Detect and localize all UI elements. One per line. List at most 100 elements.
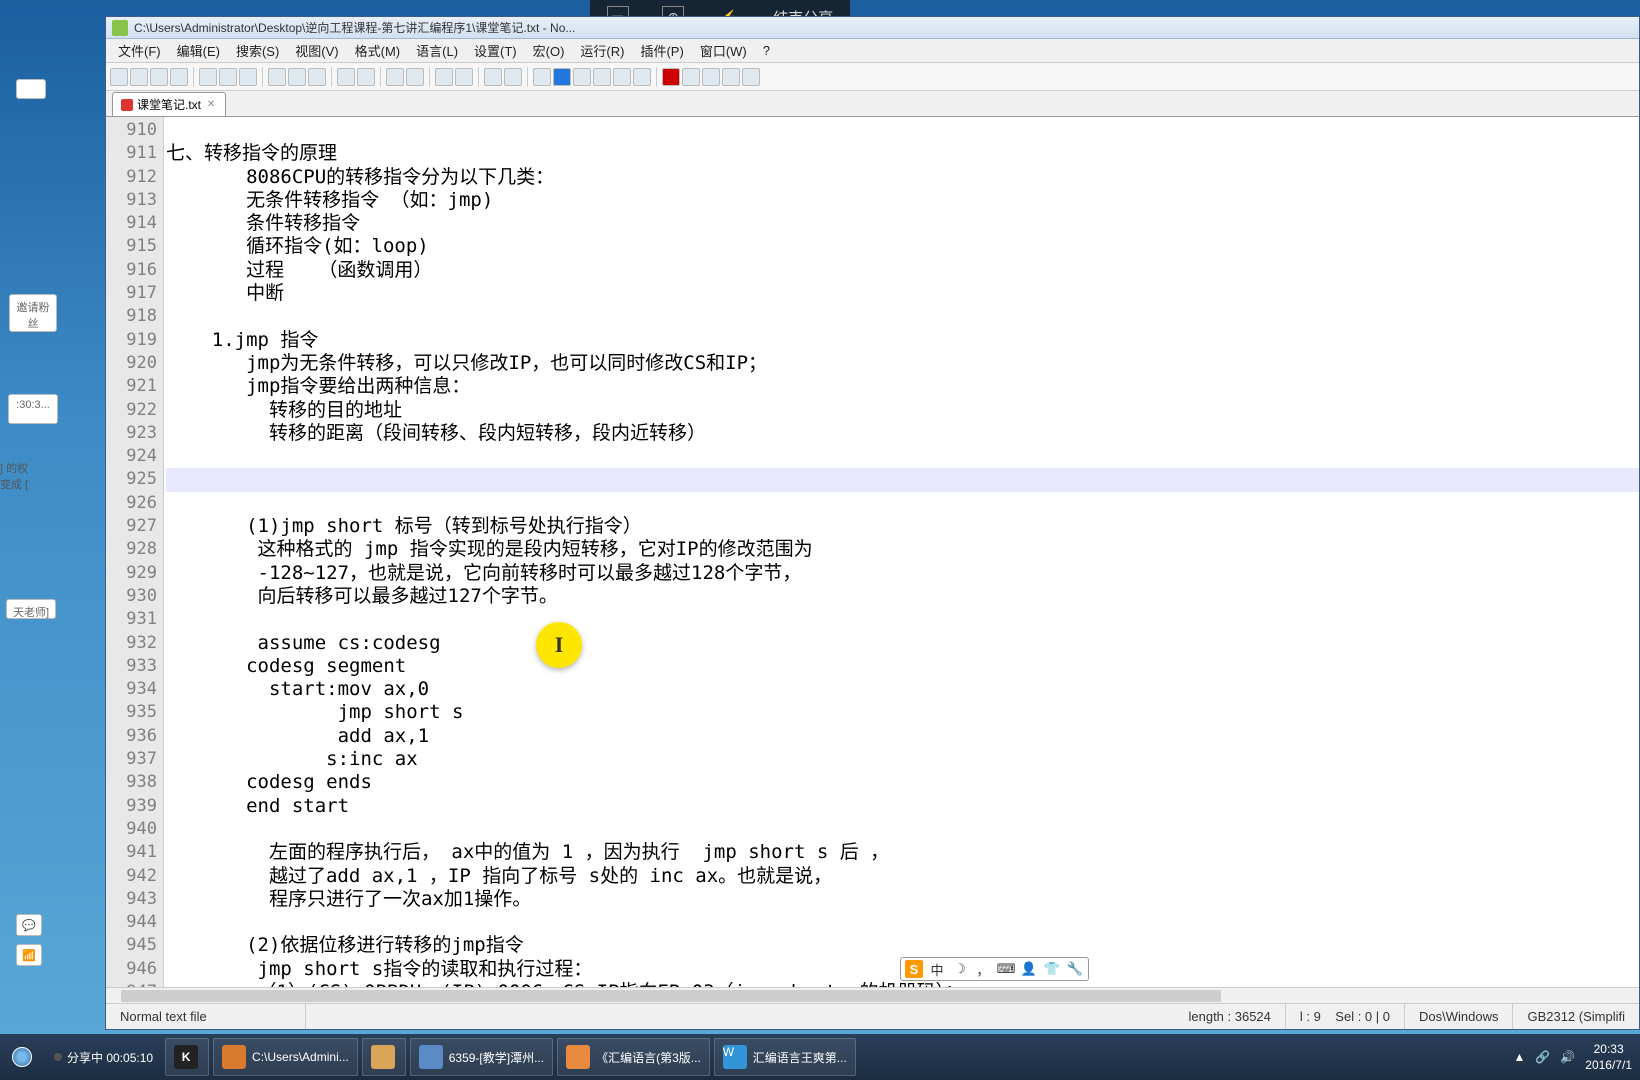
- menu-run[interactable]: 运行(R): [572, 41, 632, 60]
- ime-moon-icon[interactable]: ☽: [951, 960, 969, 978]
- recording-dot-icon: [54, 1053, 62, 1061]
- scrollbar-thumb[interactable]: [121, 990, 1221, 1002]
- menu-view[interactable]: 视图(V): [287, 41, 346, 60]
- tool-sync-icon[interactable]: [484, 68, 502, 86]
- tool-save-icon[interactable]: [150, 68, 168, 86]
- editor-area[interactable]: 910 911 912 913 914 915 916 917 918 919 …: [106, 117, 1639, 987]
- ime-toolbar[interactable]: S 中 ☽ ， ⌨ 👤 👕 🔧: [900, 957, 1089, 981]
- menu-search[interactable]: 搜索(S): [228, 41, 287, 60]
- toolbar: [106, 63, 1639, 91]
- tool-open-icon[interactable]: [130, 68, 148, 86]
- start-orb-icon: [12, 1047, 32, 1067]
- tab-label: 课堂笔记.txt: [137, 96, 201, 113]
- menu-settings[interactable]: 设置(T): [466, 41, 525, 60]
- tool-fastplay-icon[interactable]: [722, 68, 740, 86]
- tool-cut-icon[interactable]: [268, 68, 286, 86]
- menu-lang[interactable]: 语言(L): [408, 41, 466, 60]
- menu-help[interactable]: ?: [755, 43, 778, 58]
- tool-savemacro-icon[interactable]: [742, 68, 760, 86]
- tray-clock[interactable]: 20:33 2016/7/1: [1585, 1041, 1632, 1073]
- tool-highlight-icon[interactable]: [553, 68, 571, 86]
- tool-zoomin-icon[interactable]: [435, 68, 453, 86]
- widget-invite-fans[interactable]: 邀请粉丝: [9, 294, 57, 332]
- widget-rights-text: ] 的权 变成 [: [0, 460, 52, 500]
- menu-edit[interactable]: 编辑(E): [169, 41, 228, 60]
- tool-close-icon[interactable]: [199, 68, 217, 86]
- taskbar-foxit[interactable]: 《汇编语言(第3版...: [557, 1038, 710, 1076]
- tray-sound-icon[interactable]: 🔊: [1560, 1050, 1575, 1064]
- code-content[interactable]: 七、转移指令的原理 8086CPU的转移指令分为以下几类： 无条件转移指令 （如…: [164, 117, 1639, 987]
- tab-modified-icon: [121, 99, 133, 111]
- taskbar-wps-label: 汇编语言王爽第...: [753, 1049, 847, 1066]
- tab-current[interactable]: 课堂笔记.txt ✕: [112, 92, 226, 116]
- tool-record-icon[interactable]: [662, 68, 680, 86]
- widget-signal[interactable]: 📶: [16, 944, 42, 966]
- tool-func-icon[interactable]: [633, 68, 651, 86]
- tool-new-icon[interactable]: [110, 68, 128, 86]
- tool-redo-icon[interactable]: [357, 68, 375, 86]
- window-titlebar[interactable]: C:\Users\Administrator\Desktop\逆向工程课程-第七…: [106, 17, 1639, 39]
- menu-window[interactable]: 窗口(W): [692, 41, 755, 60]
- menu-macro[interactable]: 宏(O): [525, 41, 573, 60]
- folder-icon: [222, 1045, 246, 1069]
- system-tray[interactable]: ▲ 🔗 🔊 20:33 2016/7/1: [1505, 1041, 1640, 1073]
- taskbar-explorer-label: C:\Users\Admini...: [252, 1050, 349, 1064]
- menu-file[interactable]: 文件(F): [110, 41, 169, 60]
- calc-icon: [371, 1045, 395, 1069]
- widget-chat[interactable]: 💬: [16, 914, 42, 936]
- taskbar-explorer[interactable]: C:\Users\Admini...: [213, 1038, 358, 1076]
- tool-stop-icon[interactable]: [682, 68, 700, 86]
- tool-copy-icon[interactable]: [288, 68, 306, 86]
- tool-closeall-icon[interactable]: [219, 68, 237, 86]
- taskbar-kugou[interactable]: K: [165, 1038, 209, 1076]
- toolbar-sep: [656, 67, 657, 87]
- tool-undo-icon[interactable]: [337, 68, 355, 86]
- ime-skin-icon[interactable]: 👕: [1043, 960, 1061, 978]
- wps-icon: W: [723, 1045, 747, 1069]
- ime-logo-icon[interactable]: S: [905, 960, 923, 978]
- tool-find-icon[interactable]: [386, 68, 404, 86]
- tool-play-icon[interactable]: [702, 68, 720, 86]
- recording-status: 分享中 00:05:10: [44, 1049, 163, 1066]
- status-filetype: Normal text file: [106, 1004, 306, 1029]
- tool-hidden-icon[interactable]: [613, 68, 631, 86]
- toolbar-sep: [331, 67, 332, 87]
- tray-network-icon[interactable]: 🔗: [1535, 1050, 1550, 1064]
- tool-print-icon[interactable]: [239, 68, 257, 86]
- tab-close-icon[interactable]: ✕: [205, 99, 217, 111]
- tool-fold-icon[interactable]: [573, 68, 591, 86]
- ime-punct-icon[interactable]: ，: [974, 960, 992, 978]
- document-tabs: 课堂笔记.txt ✕: [106, 91, 1639, 117]
- ime-tool-icon[interactable]: 🔧: [1066, 960, 1084, 978]
- toolbar-sep: [262, 67, 263, 87]
- menu-plugin[interactable]: 插件(P): [632, 41, 691, 60]
- tool-wrap-icon[interactable]: [504, 68, 522, 86]
- tray-flag-icon[interactable]: ▲: [1513, 1050, 1525, 1064]
- ime-keyboard-icon[interactable]: ⌨: [997, 960, 1015, 978]
- notepad-plus-plus-window: C:\Users\Administrator\Desktop\逆向工程课程-第七…: [105, 16, 1640, 1030]
- toolbar-sep: [478, 67, 479, 87]
- widget-host[interactable]: [16, 79, 46, 99]
- ime-mode[interactable]: 中: [928, 960, 946, 978]
- menu-format[interactable]: 格式(M): [347, 41, 409, 60]
- widget-teacher[interactable]: 天老师]: [6, 599, 56, 619]
- tool-unfold-icon[interactable]: [593, 68, 611, 86]
- start-button[interactable]: [0, 1034, 44, 1080]
- horizontal-scrollbar[interactable]: [106, 987, 1639, 1003]
- tool-zoomout-icon[interactable]: [455, 68, 473, 86]
- tool-saveall-icon[interactable]: [170, 68, 188, 86]
- windows-taskbar: 分享中 00:05:10 K C:\Users\Admini... 6359-[…: [0, 1034, 1640, 1080]
- taskbar-edu[interactable]: 6359-[教学]潭州...: [410, 1038, 553, 1076]
- tool-paste-icon[interactable]: [308, 68, 326, 86]
- status-bar: Normal text file length : 36524 S 中 ☽ ， …: [106, 1003, 1639, 1029]
- left-side-widgets: 邀请粉丝 :30:3... ] 的权 变成 [ 天老师] 💬 📶: [0, 0, 55, 1080]
- tool-indent-icon[interactable]: [533, 68, 551, 86]
- taskbar-wps[interactable]: W 汇编语言王爽第...: [714, 1038, 856, 1076]
- status-encoding: GB2312 (Simplifi: [1513, 1004, 1639, 1029]
- status-length: length : 36524: [1174, 1004, 1285, 1029]
- toolbar-sep: [380, 67, 381, 87]
- clock-date: 2016/7/1: [1585, 1057, 1632, 1073]
- tool-replace-icon[interactable]: [406, 68, 424, 86]
- ime-person-icon[interactable]: 👤: [1020, 960, 1038, 978]
- taskbar-calc[interactable]: [362, 1038, 406, 1076]
